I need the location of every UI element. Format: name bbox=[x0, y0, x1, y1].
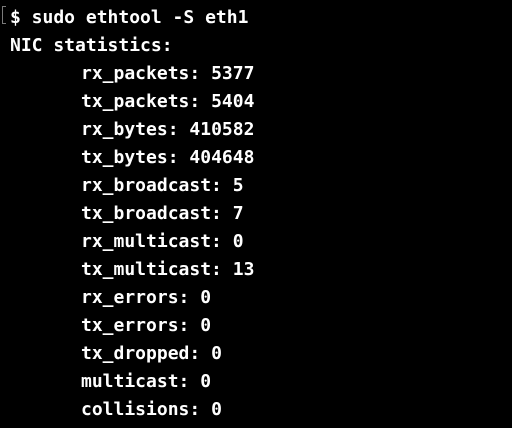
stat-line: tx_dropped: 0 bbox=[81, 343, 222, 364]
stat-line: rx_multicast: 0 bbox=[81, 231, 244, 252]
stat-line: tx_broadcast: 7 bbox=[81, 203, 244, 224]
stat-name: multicast bbox=[81, 371, 179, 392]
stat-line: rx_broadcast: 5 bbox=[81, 175, 244, 196]
output-header: NIC statistics: bbox=[10, 35, 173, 56]
stat-line: rx_bytes: 410582 bbox=[81, 119, 255, 140]
stat-line: rx_packets: 5377 bbox=[81, 63, 255, 84]
stat-value: 404648 bbox=[189, 147, 255, 168]
stat-line: tx_errors: 0 bbox=[81, 315, 212, 336]
stat-value: 0 bbox=[200, 287, 212, 308]
stat-name: tx_errors bbox=[81, 315, 179, 336]
stat-line: collisions: 0 bbox=[81, 399, 222, 420]
stat-value: 410582 bbox=[189, 119, 255, 140]
stat-name: rx_multicast bbox=[81, 231, 212, 252]
stat-name: rx_broadcast bbox=[81, 175, 212, 196]
stat-name: tx_packets bbox=[81, 91, 190, 112]
stat-value: 0 bbox=[200, 315, 212, 336]
stat-name: collisions bbox=[81, 399, 190, 420]
stat-value: 5404 bbox=[211, 91, 255, 112]
stat-value: 5 bbox=[232, 175, 244, 196]
terminal-window[interactable]: $ sudo ethtool -S eth1 NIC statistics: r… bbox=[0, 0, 512, 428]
selection-bracket bbox=[2, 6, 6, 24]
stat-value: 0 bbox=[211, 343, 222, 364]
stat-name: rx_packets bbox=[81, 63, 190, 84]
stat-name: tx_multicast bbox=[81, 259, 212, 280]
stat-name: tx_broadcast bbox=[81, 203, 212, 224]
stat-value: 0 bbox=[200, 371, 212, 392]
stat-name: rx_errors bbox=[81, 287, 179, 308]
stat-value: 5377 bbox=[211, 63, 255, 84]
stat-value: 13 bbox=[232, 259, 255, 280]
stat-value: 7 bbox=[232, 203, 244, 224]
stat-name: rx_bytes bbox=[81, 119, 168, 140]
stat-value: 0 bbox=[232, 231, 244, 252]
stat-line: tx_bytes: 404648 bbox=[81, 147, 255, 168]
stat-line: tx_multicast: 13 bbox=[81, 259, 255, 280]
command-line: $ sudo ethtool -S eth1 bbox=[10, 7, 249, 28]
stat-line: rx_errors: 0 bbox=[81, 287, 212, 308]
stat-name: tx_bytes bbox=[81, 147, 168, 168]
stat-value: 0 bbox=[211, 399, 222, 420]
stat-line: multicast: 0 bbox=[81, 371, 212, 392]
stat-name: tx_dropped bbox=[81, 343, 190, 364]
stat-line: tx_packets: 5404 bbox=[81, 91, 255, 112]
